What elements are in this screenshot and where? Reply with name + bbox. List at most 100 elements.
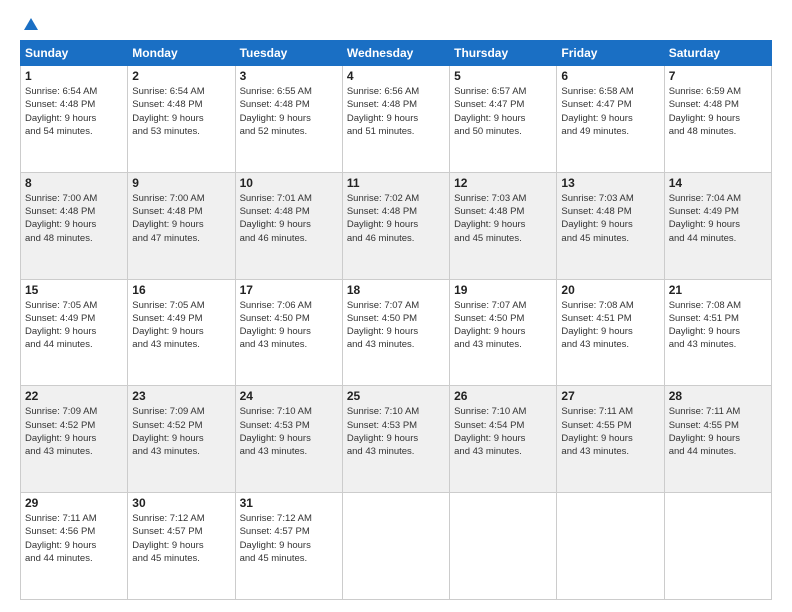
- day-number: 28: [669, 389, 767, 403]
- day-number: 1: [25, 69, 123, 83]
- day-cell: 2Sunrise: 6:54 AM Sunset: 4:48 PM Daylig…: [128, 66, 235, 173]
- day-number: 3: [240, 69, 338, 83]
- weekday-header-friday: Friday: [557, 41, 664, 66]
- day-cell: 11 Sunrise: 7:02 AM Sunset: 4:48 PM Dayli…: [342, 172, 449, 279]
- day-cell: 19 Sunrise: 7:07 AM Sunset: 4:50 PM Dayli…: [450, 279, 557, 386]
- day-number: 16: [132, 283, 230, 297]
- day-number: 22: [25, 389, 123, 403]
- day-cell: 10 Sunrise: 7:01 AM Sunset: 4:48 PM Dayli…: [235, 172, 342, 279]
- day-number: 14: [669, 176, 767, 190]
- day-info: Sunrise: 7:02 AM Sunset: 4:48 PM Dayligh…: [347, 193, 419, 244]
- week-row-5: 29 Sunrise: 7:11 AM Sunset: 4:56 PM Dayli…: [21, 493, 772, 600]
- day-cell: 22 Sunrise: 7:09 AM Sunset: 4:52 PM Dayli…: [21, 386, 128, 493]
- day-number: 20: [561, 283, 659, 297]
- calendar-table: SundayMondayTuesdayWednesdayThursdayFrid…: [20, 40, 772, 600]
- day-cell: 4Sunrise: 6:56 AM Sunset: 4:48 PM Daylig…: [342, 66, 449, 173]
- day-cell: 15 Sunrise: 7:05 AM Sunset: 4:49 PM Dayli…: [21, 279, 128, 386]
- day-info: Sunrise: 6:54 AM Sunset: 4:48 PM Dayligh…: [25, 86, 97, 137]
- day-number: 10: [240, 176, 338, 190]
- day-info: Sunrise: 7:00 AM Sunset: 4:48 PM Dayligh…: [25, 193, 97, 244]
- day-cell: [557, 493, 664, 600]
- day-number: 30: [132, 496, 230, 510]
- day-info: Sunrise: 7:07 AM Sunset: 4:50 PM Dayligh…: [347, 300, 419, 351]
- week-row-2: 8 Sunrise: 7:00 AM Sunset: 4:48 PM Daylig…: [21, 172, 772, 279]
- day-number: 5: [454, 69, 552, 83]
- day-info: Sunrise: 7:10 AM Sunset: 4:53 PM Dayligh…: [347, 406, 419, 457]
- day-number: 25: [347, 389, 445, 403]
- day-info: Sunrise: 7:01 AM Sunset: 4:48 PM Dayligh…: [240, 193, 312, 244]
- day-number: 2: [132, 69, 230, 83]
- day-cell: 29 Sunrise: 7:11 AM Sunset: 4:56 PM Dayli…: [21, 493, 128, 600]
- day-cell: 30Sunrise: 7:12 AM Sunset: 4:57 PM Dayli…: [128, 493, 235, 600]
- day-info: Sunrise: 6:59 AM Sunset: 4:48 PM Dayligh…: [669, 86, 741, 137]
- day-cell: 20 Sunrise: 7:08 AM Sunset: 4:51 PM Dayli…: [557, 279, 664, 386]
- day-number: 9: [132, 176, 230, 190]
- day-number: 8: [25, 176, 123, 190]
- day-info: Sunrise: 6:58 AM Sunset: 4:47 PM Dayligh…: [561, 86, 633, 137]
- logo-icon: [22, 16, 40, 34]
- day-info: Sunrise: 7:11 AM Sunset: 4:55 PM Dayligh…: [669, 406, 741, 457]
- day-cell: 31 Sunrise: 7:12 AM Sunset: 4:57 PM Dayli…: [235, 493, 342, 600]
- day-info: Sunrise: 6:55 AM Sunset: 4:48 PM Dayligh…: [240, 86, 312, 137]
- day-info: Sunrise: 7:06 AM Sunset: 4:50 PM Dayligh…: [240, 300, 312, 351]
- day-info: Sunrise: 7:10 AM Sunset: 4:54 PM Dayligh…: [454, 406, 526, 457]
- day-number: 7: [669, 69, 767, 83]
- day-number: 31: [240, 496, 338, 510]
- day-info: Sunrise: 7:08 AM Sunset: 4:51 PM Dayligh…: [561, 300, 633, 351]
- weekday-header-monday: Monday: [128, 41, 235, 66]
- day-info: Sunrise: 7:08 AM Sunset: 4:51 PM Dayligh…: [669, 300, 741, 351]
- day-info: Sunrise: 7:10 AM Sunset: 4:53 PM Dayligh…: [240, 406, 312, 457]
- day-number: 13: [561, 176, 659, 190]
- day-cell: 23 Sunrise: 7:09 AM Sunset: 4:52 PM Dayli…: [128, 386, 235, 493]
- day-number: 19: [454, 283, 552, 297]
- day-info: Sunrise: 7:07 AM Sunset: 4:50 PM Dayligh…: [454, 300, 526, 351]
- day-cell: 9Sunrise: 7:00 AM Sunset: 4:48 PM Daylig…: [128, 172, 235, 279]
- week-row-3: 15 Sunrise: 7:05 AM Sunset: 4:49 PM Dayli…: [21, 279, 772, 386]
- day-number: 23: [132, 389, 230, 403]
- day-cell: 1 Sunrise: 6:54 AM Sunset: 4:48 PM Daylig…: [21, 66, 128, 173]
- calendar-page: SundayMondayTuesdayWednesdayThursdayFrid…: [0, 0, 792, 612]
- day-number: 27: [561, 389, 659, 403]
- day-cell: 26Sunrise: 7:10 AM Sunset: 4:54 PM Dayli…: [450, 386, 557, 493]
- day-cell: 21Sunrise: 7:08 AM Sunset: 4:51 PM Dayli…: [664, 279, 771, 386]
- day-info: Sunrise: 7:12 AM Sunset: 4:57 PM Dayligh…: [240, 513, 312, 564]
- day-info: Sunrise: 7:03 AM Sunset: 4:48 PM Dayligh…: [454, 193, 526, 244]
- day-cell: 6 Sunrise: 6:58 AM Sunset: 4:47 PM Daylig…: [557, 66, 664, 173]
- weekday-header-saturday: Saturday: [664, 41, 771, 66]
- day-cell: 13 Sunrise: 7:03 AM Sunset: 4:48 PM Dayli…: [557, 172, 664, 279]
- day-cell: 5 Sunrise: 6:57 AM Sunset: 4:47 PM Daylig…: [450, 66, 557, 173]
- day-number: 29: [25, 496, 123, 510]
- day-number: 11: [347, 176, 445, 190]
- day-number: 24: [240, 389, 338, 403]
- weekday-header-tuesday: Tuesday: [235, 41, 342, 66]
- week-row-4: 22 Sunrise: 7:09 AM Sunset: 4:52 PM Dayli…: [21, 386, 772, 493]
- day-cell: 3 Sunrise: 6:55 AM Sunset: 4:48 PM Daylig…: [235, 66, 342, 173]
- day-cell: 28 Sunrise: 7:11 AM Sunset: 4:55 PM Dayli…: [664, 386, 771, 493]
- day-info: Sunrise: 7:09 AM Sunset: 4:52 PM Dayligh…: [132, 406, 204, 457]
- day-info: Sunrise: 7:05 AM Sunset: 4:49 PM Dayligh…: [25, 300, 97, 351]
- day-info: Sunrise: 7:11 AM Sunset: 4:56 PM Dayligh…: [25, 513, 97, 564]
- day-number: 4: [347, 69, 445, 83]
- day-info: Sunrise: 7:05 AM Sunset: 4:49 PM Dayligh…: [132, 300, 204, 351]
- day-cell: 16 Sunrise: 7:05 AM Sunset: 4:49 PM Dayli…: [128, 279, 235, 386]
- day-number: 15: [25, 283, 123, 297]
- day-info: Sunrise: 7:09 AM Sunset: 4:52 PM Dayligh…: [25, 406, 97, 457]
- header: [20, 16, 772, 30]
- day-cell: 18 Sunrise: 7:07 AM Sunset: 4:50 PM Dayli…: [342, 279, 449, 386]
- day-cell: 17Sunrise: 7:06 AM Sunset: 4:50 PM Dayli…: [235, 279, 342, 386]
- weekday-header-thursday: Thursday: [450, 41, 557, 66]
- day-cell: [450, 493, 557, 600]
- day-cell: 14Sunrise: 7:04 AM Sunset: 4:49 PM Dayli…: [664, 172, 771, 279]
- day-number: 18: [347, 283, 445, 297]
- day-cell: 8 Sunrise: 7:00 AM Sunset: 4:48 PM Daylig…: [21, 172, 128, 279]
- day-info: Sunrise: 7:03 AM Sunset: 4:48 PM Dayligh…: [561, 193, 633, 244]
- day-info: Sunrise: 6:57 AM Sunset: 4:47 PM Dayligh…: [454, 86, 526, 137]
- day-cell: 24 Sunrise: 7:10 AM Sunset: 4:53 PM Dayli…: [235, 386, 342, 493]
- week-row-1: 1 Sunrise: 6:54 AM Sunset: 4:48 PM Daylig…: [21, 66, 772, 173]
- weekday-header-wednesday: Wednesday: [342, 41, 449, 66]
- day-cell: 25 Sunrise: 7:10 AM Sunset: 4:53 PM Dayli…: [342, 386, 449, 493]
- day-number: 6: [561, 69, 659, 83]
- logo: [20, 16, 40, 30]
- weekday-header-row: SundayMondayTuesdayWednesdayThursdayFrid…: [21, 41, 772, 66]
- day-info: Sunrise: 7:11 AM Sunset: 4:55 PM Dayligh…: [561, 406, 633, 457]
